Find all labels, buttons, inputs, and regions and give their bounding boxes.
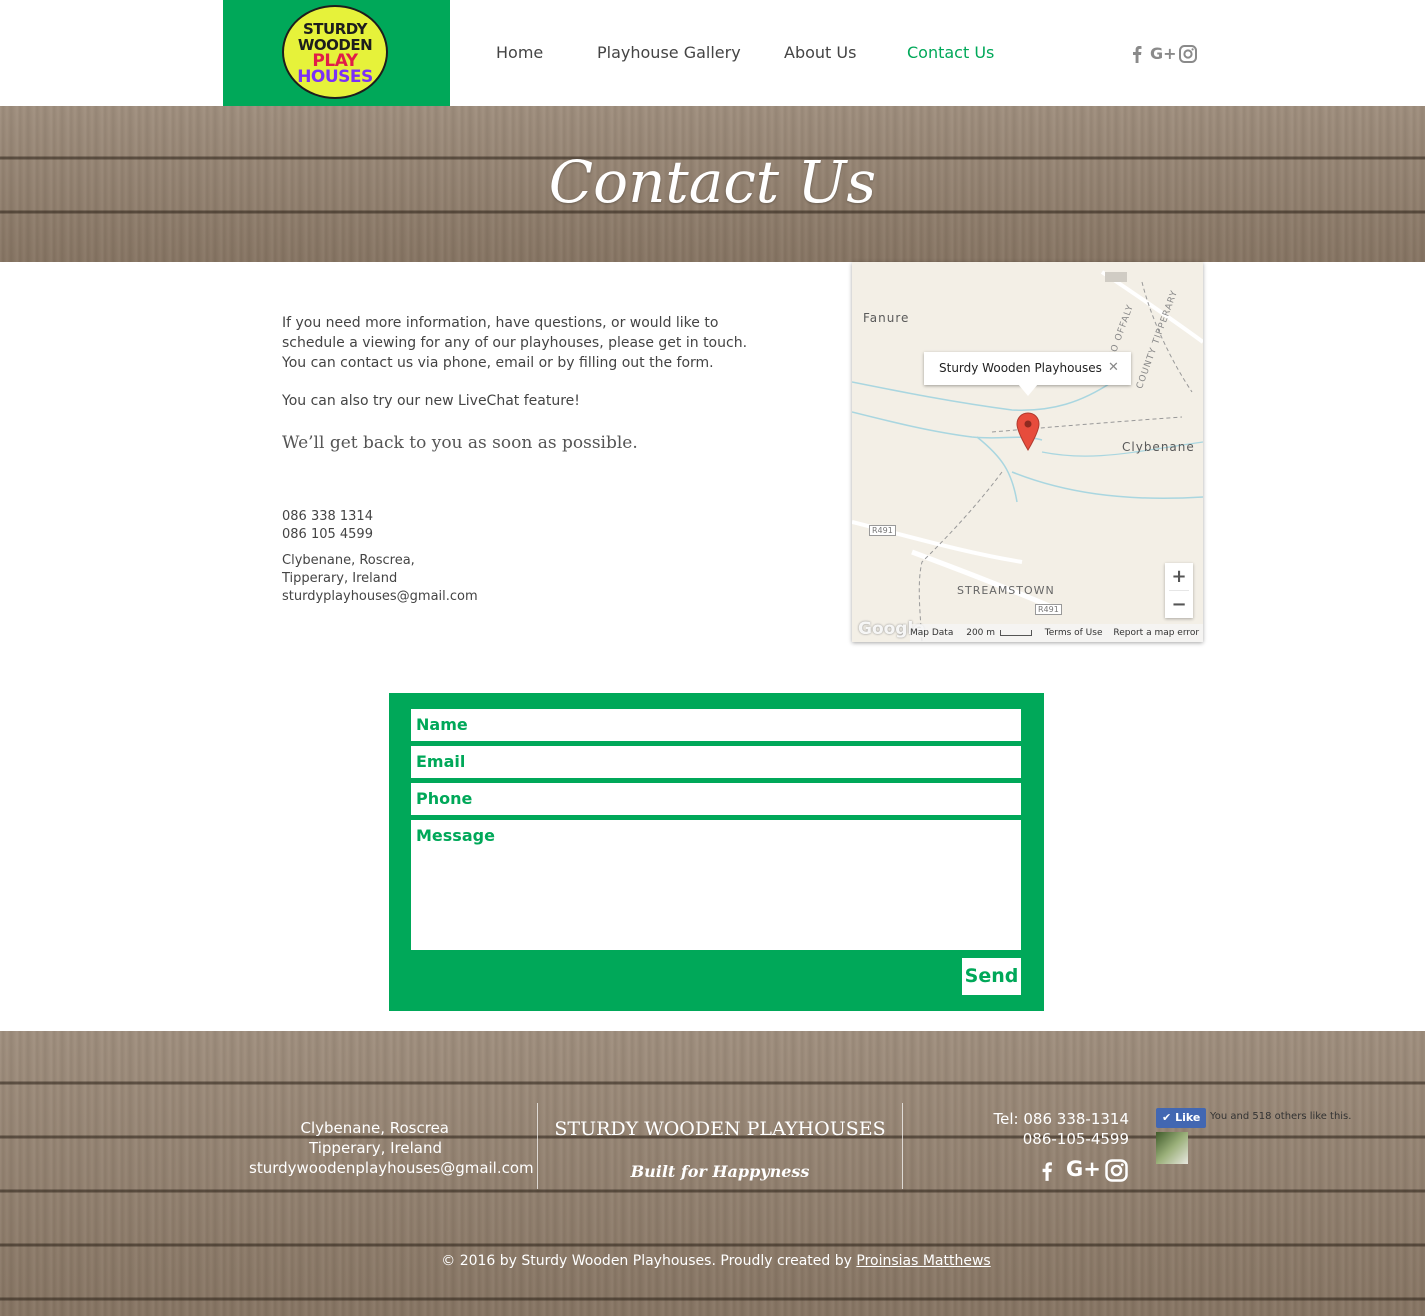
map-popup-title: Sturdy Wooden Playhouses <box>939 361 1102 375</box>
footer-address-line: Clybenane, Roscrea <box>300 1119 449 1137</box>
like-check-icon: ✔ <box>1162 1111 1172 1124</box>
map-place-label: Clybenane <box>1122 440 1195 454</box>
map-scale: 200 m <box>966 628 996 638</box>
report-map-error-link[interactable]: Report a map error <box>1113 628 1199 638</box>
nav-contact-us[interactable]: Contact Us <box>907 43 994 62</box>
send-button[interactable]: Send <box>962 958 1021 995</box>
name-input[interactable]: Name <box>411 709 1021 741</box>
footer-phones: Tel: 086 338-1314 086-105-4599 <box>990 1109 1129 1149</box>
nav-home[interactable]: Home <box>496 43 543 62</box>
copyright-text: © 2016 by Sturdy Wooden Playhouses. Prou… <box>0 1253 1425 1269</box>
address-line: Clybenane, Roscrea, <box>282 553 415 568</box>
footer-tel-1: Tel: 086 338-1314 <box>993 1110 1129 1128</box>
footer-address: Clybenane, Roscrea Tipperary, Ireland st… <box>249 1118 534 1178</box>
logo-text-line: STURDY <box>303 20 368 38</box>
close-icon[interactable]: ✕ <box>1108 360 1119 375</box>
google-plus-icon[interactable]: G+ <box>1150 44 1177 63</box>
email-link[interactable]: sturdyplayhouses@gmail.com <box>282 588 478 606</box>
map-marker-icon[interactable] <box>1016 412 1040 452</box>
instagram-icon[interactable] <box>1104 1158 1129 1183</box>
intro-line: You can contact us via phone, email or b… <box>282 355 714 371</box>
facebook-icon[interactable] <box>1036 1159 1058 1183</box>
terms-link[interactable]: Terms of Use <box>1045 628 1103 638</box>
map-scale-bar <box>999 629 1032 636</box>
road-badge: R491 <box>869 525 896 536</box>
friend-avatar[interactable] <box>1156 1132 1188 1164</box>
intro-paragraph: If you need more information, have quest… <box>282 313 747 373</box>
like-label: Like <box>1175 1111 1201 1124</box>
logo-text-line: HOUSES <box>297 67 373 87</box>
like-count-text: You and 518 others like this. <box>1210 1111 1352 1122</box>
message-textarea[interactable]: Message <box>411 820 1021 950</box>
footer-email-link[interactable]: sturdywoodenplayhouses@gmail.com <box>249 1158 534 1178</box>
facebook-icon[interactable] <box>1127 44 1147 64</box>
page-title: Contact Us <box>548 148 877 216</box>
phone-input[interactable]: Phone <box>411 783 1021 815</box>
footer-brand: STURDY WOODEN PLAYHOUSES <box>554 1118 886 1140</box>
map-info-window[interactable]: Sturdy Wooden Playhouses ✕ <box>924 352 1131 385</box>
address-line: Tipperary, Ireland <box>282 571 398 586</box>
zoom-in-button[interactable]: + <box>1165 563 1193 590</box>
instagram-icon[interactable] <box>1178 44 1198 64</box>
facebook-like-button[interactable]: ✔ Like <box>1156 1108 1206 1128</box>
map-zoom-control: + − <box>1165 563 1193 618</box>
footer-tagline: Built for Happyness <box>630 1162 810 1181</box>
nav-about-us[interactable]: About Us <box>784 43 856 62</box>
road-badge: R491 <box>1035 604 1062 615</box>
footer-tel-2: 086-105-4599 <box>1022 1130 1129 1148</box>
google-plus-icon[interactable]: G+ <box>1066 1157 1101 1181</box>
site-logo[interactable]: STURDY WOODEN PLAY HOUSES <box>282 5 388 99</box>
copyright-prefix: © 2016 by Sturdy Wooden Playhouses. Prou… <box>441 1253 857 1269</box>
phone-numbers: 086 338 1314 086 105 4599 <box>282 508 373 544</box>
livechat-paragraph: You can also try our new LiveChat featur… <box>282 393 580 409</box>
map-popup-tail <box>1018 384 1038 396</box>
phone-1: 086 338 1314 <box>282 509 373 524</box>
intro-line: schedule a viewing for any of our playho… <box>282 335 748 351</box>
address-block: Clybenane, Roscrea, Tipperary, Ireland s… <box>282 552 478 606</box>
creator-link[interactable]: Proinsias Matthews <box>856 1253 990 1269</box>
nav-playhouse-gallery[interactable]: Playhouse Gallery <box>597 43 741 62</box>
map-data-link[interactable]: Map Data <box>910 628 953 638</box>
zoom-out-button[interactable]: − <box>1165 591 1193 618</box>
phone-2: 086 105 4599 <box>282 527 373 542</box>
footer-address-line: Tipperary, Ireland <box>309 1139 442 1157</box>
google-map[interactable]: Fanure Clybenane STREAMSTOWN CO OFFALY C… <box>852 262 1203 642</box>
map-place-label: Fanure <box>863 311 910 325</box>
email-input[interactable]: Email <box>411 746 1021 778</box>
callout-text: We’ll get back to you as soon as possibl… <box>282 433 638 453</box>
footer-divider <box>902 1103 903 1189</box>
map-place-label: STREAMSTOWN <box>957 584 1055 597</box>
map-attribution-bar: Map Data 200 m Terms of Use Report a map… <box>910 624 1203 642</box>
intro-line: If you need more information, have quest… <box>282 315 719 331</box>
